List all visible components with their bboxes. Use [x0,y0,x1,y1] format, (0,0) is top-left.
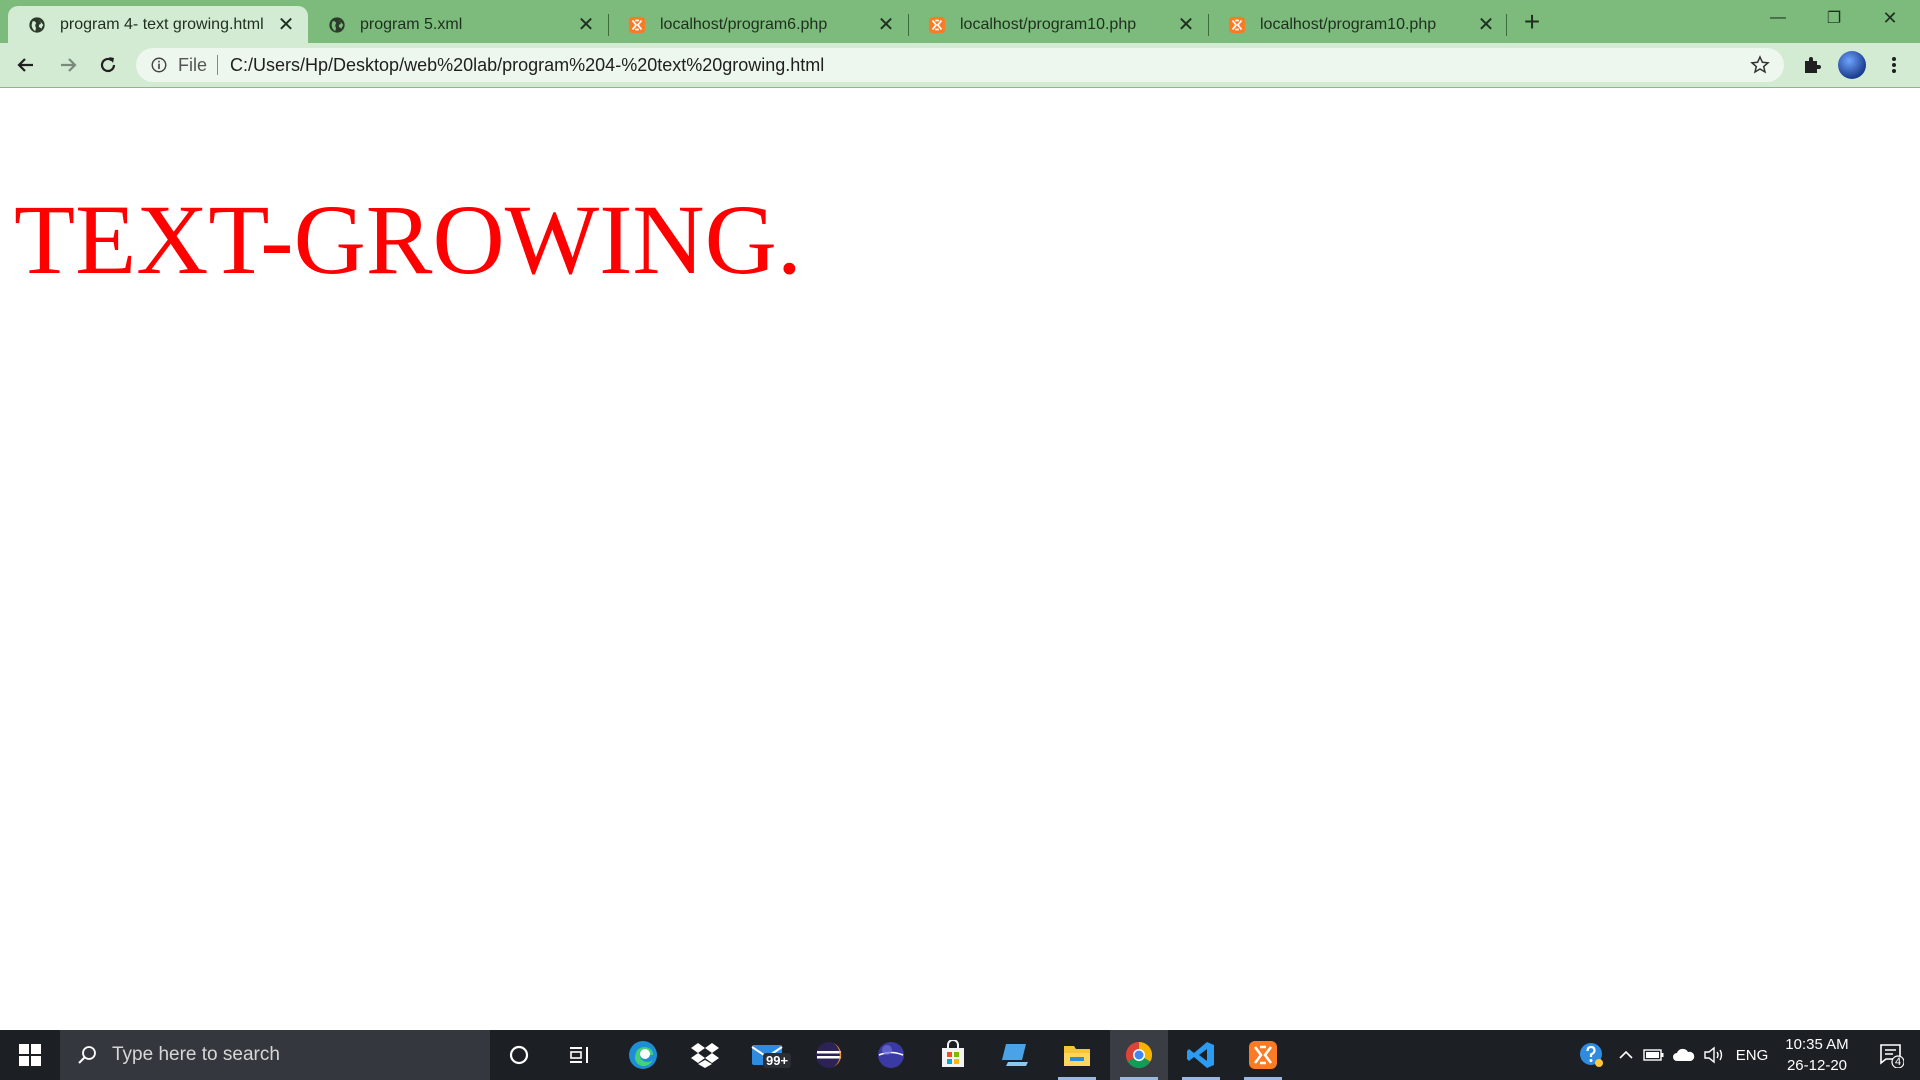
tab-title: program 4- text growing.html [60,15,264,33]
store-icon [942,1040,964,1067]
notification-count: 4 [1895,1056,1902,1068]
url-text[interactable]: C:/Users/Hp/Desktop/web%20lab/program%20… [230,55,824,76]
address-divider [217,55,219,75]
taskbar-eclipse[interactable] [800,1030,858,1080]
tab-close-icon[interactable]: ✕ [1476,14,1496,36]
extensions-button[interactable] [1796,49,1828,81]
speaker-icon [1704,1046,1723,1064]
remote-desktop-icon [1002,1044,1028,1066]
eclipse-ide-icon [878,1042,904,1068]
tray-language[interactable]: ENG [1730,1030,1774,1080]
eclipse-icon [816,1042,842,1068]
tab-program10-b[interactable]: localhost/program10.php ✕ [1208,6,1508,43]
minimize-button[interactable]: — [1750,0,1806,36]
taskbar-edge[interactable] [614,1030,672,1080]
xampp-icon [928,16,946,33]
dropbox-icon [691,1043,719,1068]
chevron-up-icon [1619,1050,1633,1059]
info-icon[interactable] [150,56,168,74]
cloud-icon [1673,1048,1695,1061]
taskbar-xampp[interactable] [1234,1030,1292,1080]
tray-help[interactable] [1576,1030,1608,1080]
tab-program10-a[interactable]: localhost/program10.php ✕ [908,6,1208,43]
taskbar-dropbox[interactable] [676,1030,734,1080]
tab-program5[interactable]: program 5.xml ✕ [308,6,608,43]
tray-notifications[interactable]: 4 [1866,1030,1916,1080]
tray-volume[interactable] [1700,1030,1728,1080]
xampp-icon [1228,16,1246,33]
taskbar-vscode[interactable] [1172,1030,1230,1080]
address-bar[interactable]: File C:/Users/Hp/Desktop/web%20lab/progr… [136,48,1784,82]
reload-icon [100,57,116,73]
clock-date: 26-12-20 [1786,1057,1848,1074]
start-button[interactable] [0,1030,60,1080]
tab-program4[interactable]: program 4- text growing.html ✕ [8,6,308,43]
tray-show-hidden[interactable] [1612,1030,1640,1080]
xampp-icon [1249,1041,1277,1069]
bookmark-star-icon[interactable] [1750,55,1770,75]
tab-separator [1506,14,1507,36]
restore-button[interactable]: ❐ [1806,0,1862,36]
taskbar-chrome[interactable] [1110,1030,1168,1080]
task-view-button[interactable] [551,1030,609,1080]
mail-unread-badge: 99+ [763,1053,792,1068]
tab-title: program 5.xml [360,15,463,33]
taskbar-remote-desktop[interactable] [986,1030,1044,1080]
taskbar-search-box[interactable]: Type here to search [60,1030,490,1080]
close-window-button[interactable]: ✕ [1862,0,1918,36]
browser-tab-strip: program 4- text growing.html ✕ program 5… [0,0,1920,43]
tab-title: localhost/program10.php [1260,15,1437,33]
forward-button[interactable] [52,49,84,81]
file-explorer-icon [1064,1046,1090,1066]
tab-program6[interactable]: localhost/program6.php ✕ [608,6,908,43]
tab-close-icon[interactable]: ✕ [576,14,596,36]
cortana-button[interactable] [490,1030,548,1080]
tab-close-icon[interactable]: ✕ [276,14,296,36]
arrow-left-icon [17,58,33,72]
browser-menu-button[interactable] [1878,49,1910,81]
vscode-icon [1187,1042,1214,1068]
globe-icon [29,16,45,33]
puzzle-icon [1805,57,1821,73]
tray-clock[interactable]: 10:35 AM 26-12-20 [1772,1034,1862,1076]
scheme-label: File [178,54,208,75]
arrow-right-icon [61,58,77,72]
profile-avatar[interactable] [1838,51,1866,79]
new-tab-button[interactable]: + [1518,8,1546,36]
tab-title: localhost/program6.php [660,15,828,33]
battery-icon [1643,1049,1664,1061]
more-vertical-icon [1892,57,1896,73]
windows-taskbar: Type here to search 99+ ENG 10:35 AM 26-… [0,1030,1920,1080]
cortana-icon [509,1045,529,1065]
tab-close-icon[interactable]: ✕ [1176,14,1196,36]
help-icon [1580,1043,1603,1067]
taskbar-file-explorer[interactable] [1048,1030,1106,1080]
chrome-icon [1125,1041,1153,1069]
page-viewport: TEXT-GROWING. [0,88,1920,1030]
tab-title: localhost/program10.php [960,15,1137,33]
taskbar-store[interactable] [924,1030,982,1080]
windows-logo-icon [19,1044,41,1066]
reload-button[interactable] [92,49,124,81]
search-icon [78,1046,96,1064]
tray-battery[interactable] [1640,1030,1668,1080]
taskbar-eclipse-ide[interactable] [862,1030,920,1080]
growing-heading-text: TEXT-GROWING. [14,184,802,295]
tab-close-icon[interactable]: ✕ [876,14,896,36]
clock-time: 10:35 AM [1785,1036,1849,1053]
back-button[interactable] [10,49,42,81]
browser-toolbar: File C:/Users/Hp/Desktop/web%20lab/progr… [0,43,1920,88]
edge-icon [629,1041,657,1069]
task-view-icon [570,1047,588,1063]
xampp-icon [628,16,646,33]
tray-onedrive[interactable] [1670,1030,1698,1080]
globe-icon [329,16,345,33]
search-placeholder: Type here to search [112,1044,280,1065]
